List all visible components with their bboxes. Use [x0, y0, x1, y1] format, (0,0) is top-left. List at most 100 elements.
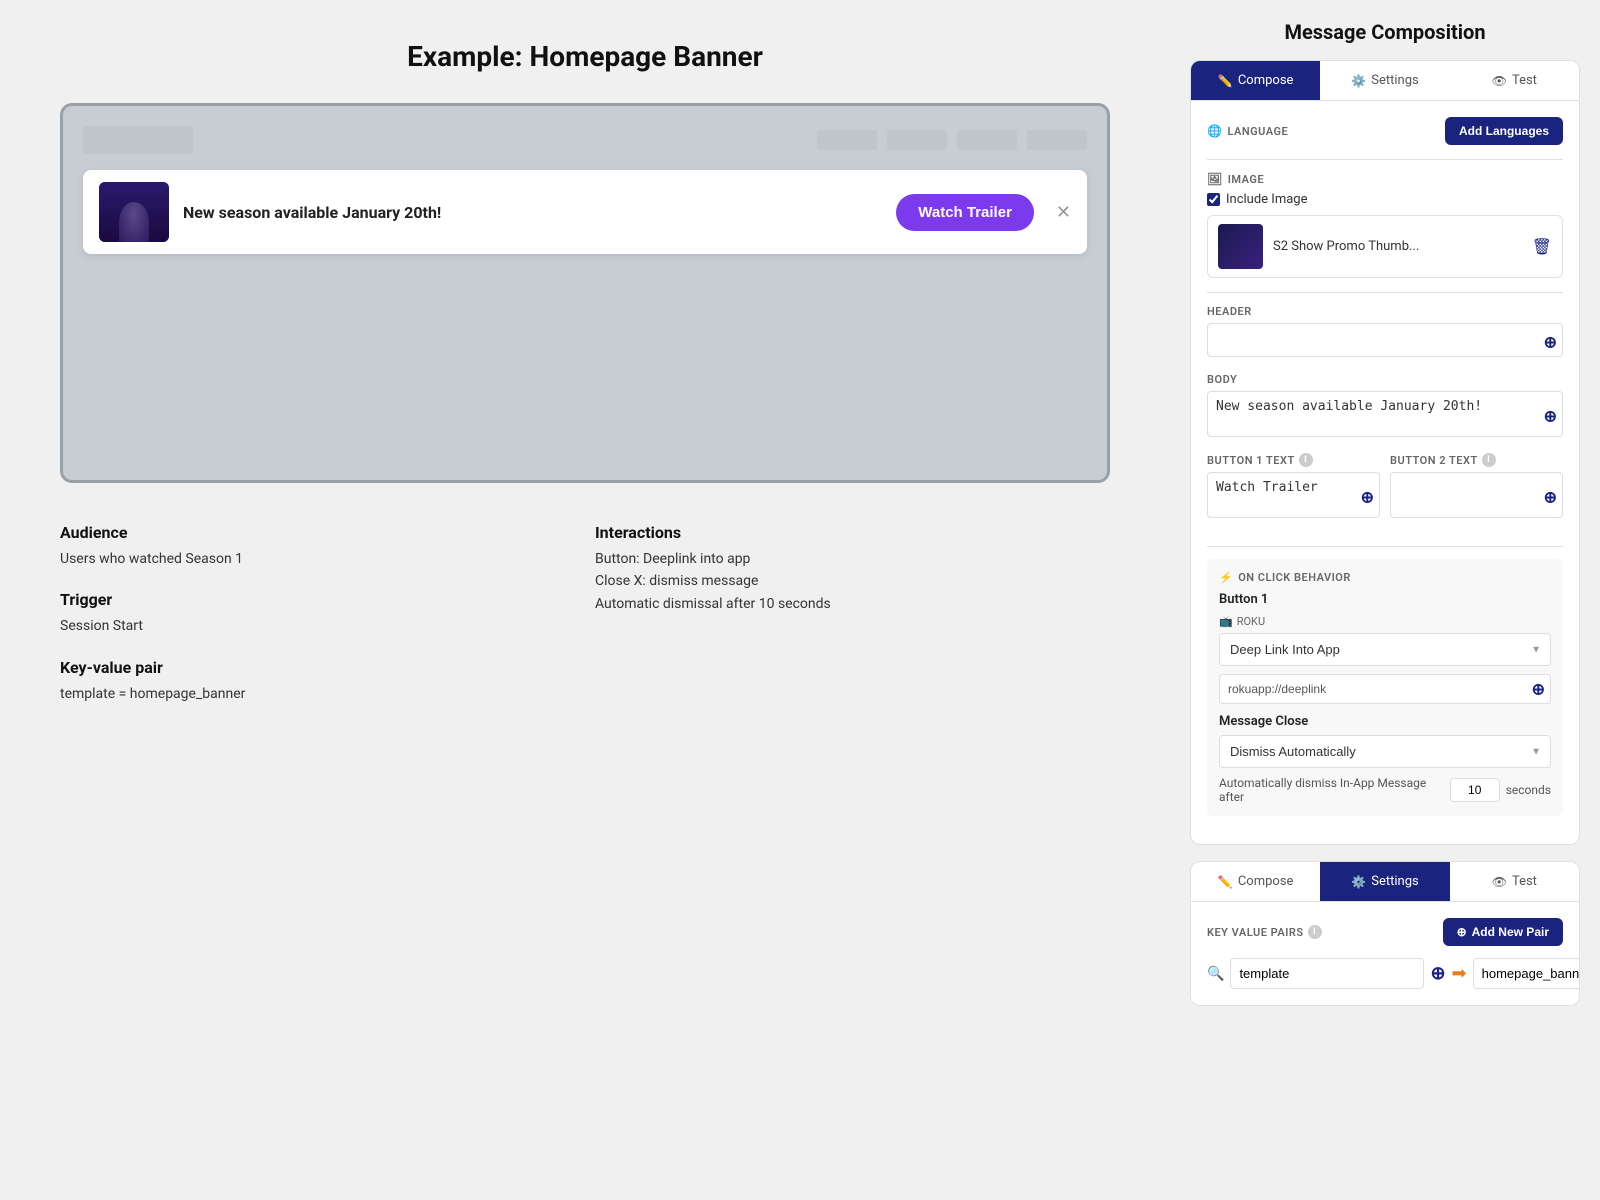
browser-nav: [83, 126, 1087, 154]
grid-item-4: [844, 270, 1088, 360]
interaction-2: Close X: dismiss message: [595, 570, 1110, 592]
header-field-row: HEADER ⊕: [1207, 305, 1563, 361]
content-grid: [83, 270, 1087, 460]
compose-icon: ✏️: [1218, 74, 1233, 88]
add-icon: ⊕: [1457, 925, 1467, 939]
include-image-checkbox[interactable]: [1207, 193, 1220, 206]
kv-label: KEY VALUE PAIRS i: [1207, 925, 1322, 939]
message-close-section: Message Close Dismiss Automatically ▼ Au…: [1219, 714, 1551, 804]
interactions-label: Interactions: [595, 523, 1110, 542]
image-section: 🖼 IMAGE Include Image S2 Show Promo Thum…: [1207, 172, 1563, 278]
add-languages-button[interactable]: Add Languages: [1445, 117, 1563, 145]
body-add-btn[interactable]: ⊕: [1544, 407, 1557, 426]
kv-info-icon: i: [1308, 925, 1322, 939]
button2-input[interactable]: [1390, 472, 1563, 518]
banner-close-button[interactable]: ✕: [1056, 202, 1071, 223]
kv-value: template = homepage_banner: [60, 683, 575, 705]
on-click-header: ⚡ ON CLICK BEHAVIOR: [1219, 571, 1551, 584]
roku-url-input[interactable]: [1219, 674, 1551, 704]
image-delete-button[interactable]: 🗑: [1532, 237, 1552, 256]
image-name: S2 Show Promo Thumb...: [1273, 239, 1532, 254]
button1-add-btn[interactable]: ⊕: [1361, 488, 1374, 507]
interactions-meta: Interactions Button: Deeplink into app C…: [595, 523, 1110, 615]
globe-icon: 🌐: [1207, 124, 1222, 138]
kv-tab-settings-label: Settings: [1371, 874, 1418, 889]
audience-value: Users who watched Season 1: [60, 548, 575, 570]
button1-input[interactable]: Watch Trailer: [1207, 472, 1380, 518]
kv-value-input[interactable]: [1473, 958, 1580, 989]
dismiss-select-wrap: Dismiss Automatically ▼: [1219, 735, 1551, 768]
header-add-btn[interactable]: ⊕: [1544, 333, 1557, 352]
tab-compose[interactable]: ✏️ Compose: [1191, 61, 1320, 100]
deep-link-select[interactable]: Deep Link Into App: [1219, 633, 1551, 666]
audience-block: Audience Users who watched Season 1 Trig…: [60, 523, 575, 725]
kv-search-icon: 🔍: [1207, 966, 1224, 982]
nav-link-4: [1027, 130, 1087, 150]
body-field-row: BODY New season available January 20th! …: [1207, 373, 1563, 441]
test-icon: 👁: [1492, 74, 1507, 88]
add-new-pair-button[interactable]: ⊕ Add New Pair: [1443, 918, 1563, 946]
kv-tab-compose-label: Compose: [1238, 874, 1294, 889]
button1-input-wrap: Watch Trailer ⊕: [1207, 472, 1380, 522]
language-section: 🌐 LANGUAGE Add Languages: [1207, 117, 1563, 145]
roku-icon: 📺: [1219, 615, 1233, 628]
kv-header: KEY VALUE PAIRS i ⊕ Add New Pair: [1207, 918, 1563, 946]
button-text-fields: BUTTON 1 TEXT i Watch Trailer ⊕ BUTTON 2…: [1207, 453, 1563, 534]
tab-settings[interactable]: ⚙️ Settings: [1320, 61, 1449, 100]
button1-field-row: BUTTON 1 TEXT i Watch Trailer ⊕: [1207, 453, 1380, 522]
divider-3: [1207, 546, 1563, 547]
include-image-label: Include Image: [1226, 192, 1308, 207]
kv-test-icon: 👁: [1492, 875, 1507, 889]
on-click-behavior-section: ⚡ ON CLICK BEHAVIOR Button 1 📺 ROKU Deep…: [1207, 559, 1563, 816]
kv-compose-icon: ✏️: [1218, 875, 1233, 889]
kv-key-add-icon[interactable]: ⊕: [1430, 963, 1445, 984]
tab-test-label: Test: [1512, 73, 1537, 88]
audience-meta: Audience Users who watched Season 1: [60, 523, 575, 570]
tab-settings-label: Settings: [1371, 73, 1418, 88]
roku-platform-label: 📺 ROKU: [1219, 615, 1551, 628]
kv-tab-settings[interactable]: ⚙️ Settings: [1320, 862, 1449, 901]
seconds-label: seconds: [1506, 783, 1551, 797]
on-click-icon: ⚡: [1219, 571, 1233, 584]
grid-item-5: [83, 370, 327, 460]
kv-tab-compose[interactable]: ✏️ Compose: [1191, 862, 1320, 901]
banner-body-text: New season available January 20th!: [183, 203, 882, 222]
interactions-block: Interactions Button: Deeplink into app C…: [595, 523, 1110, 725]
roku-url-wrap: ⊕: [1219, 674, 1551, 704]
message-close-label: Message Close: [1219, 714, 1551, 729]
compose-card-body: 🌐 LANGUAGE Add Languages 🖼 IMAGE Include…: [1191, 101, 1579, 844]
roku-url-add-btn[interactable]: ⊕: [1532, 680, 1545, 699]
deep-link-select-wrap: Deep Link Into App ▼: [1219, 633, 1551, 666]
auto-dismiss-seconds-input[interactable]: [1450, 778, 1500, 802]
banner-cta-button[interactable]: Watch Trailer: [896, 194, 1034, 231]
button2-input-wrap: ⊕: [1390, 472, 1563, 522]
grid-item-2: [337, 270, 581, 360]
kv-tab-test[interactable]: 👁 Test: [1450, 862, 1579, 901]
button1-behavior-label: Button 1: [1219, 592, 1551, 607]
metadata-section: Audience Users who watched Season 1 Trig…: [60, 523, 1110, 725]
page-title: Example: Homepage Banner: [60, 40, 1110, 73]
compose-tabs: ✏️ Compose ⚙️ Settings 👁 Test: [1191, 61, 1579, 101]
left-panel: Example: Homepage Banner New season avai…: [0, 0, 1170, 1200]
panel-title: Message Composition: [1190, 20, 1580, 44]
dismiss-select[interactable]: Dismiss Automatically: [1219, 735, 1551, 768]
interaction-3: Automatic dismissal after 10 seconds: [595, 593, 1110, 615]
nav-link-1: [817, 130, 877, 150]
settings-icon: ⚙️: [1351, 74, 1366, 88]
header-input[interactable]: [1207, 323, 1563, 357]
body-input[interactable]: New season available January 20th!: [1207, 391, 1563, 437]
nav-link-2: [887, 130, 947, 150]
trigger-label: Trigger: [60, 590, 575, 609]
grid-item-1: [83, 270, 327, 360]
grid-item-6: [337, 370, 581, 460]
nav-link-3: [957, 130, 1017, 150]
banner-image-person: [99, 182, 169, 242]
nav-logo: [83, 126, 193, 154]
button2-add-btn[interactable]: ⊕: [1544, 488, 1557, 507]
audience-label: Audience: [60, 523, 575, 542]
tab-test[interactable]: 👁 Test: [1450, 61, 1579, 100]
auto-dismiss-row: Automatically dismiss In-App Message aft…: [1219, 776, 1551, 804]
kv-key-input[interactable]: [1230, 958, 1424, 989]
divider-1: [1207, 159, 1563, 160]
key-value-pairs-card: ✏️ Compose ⚙️ Settings 👁 Test KEY VALUE …: [1190, 861, 1580, 1006]
